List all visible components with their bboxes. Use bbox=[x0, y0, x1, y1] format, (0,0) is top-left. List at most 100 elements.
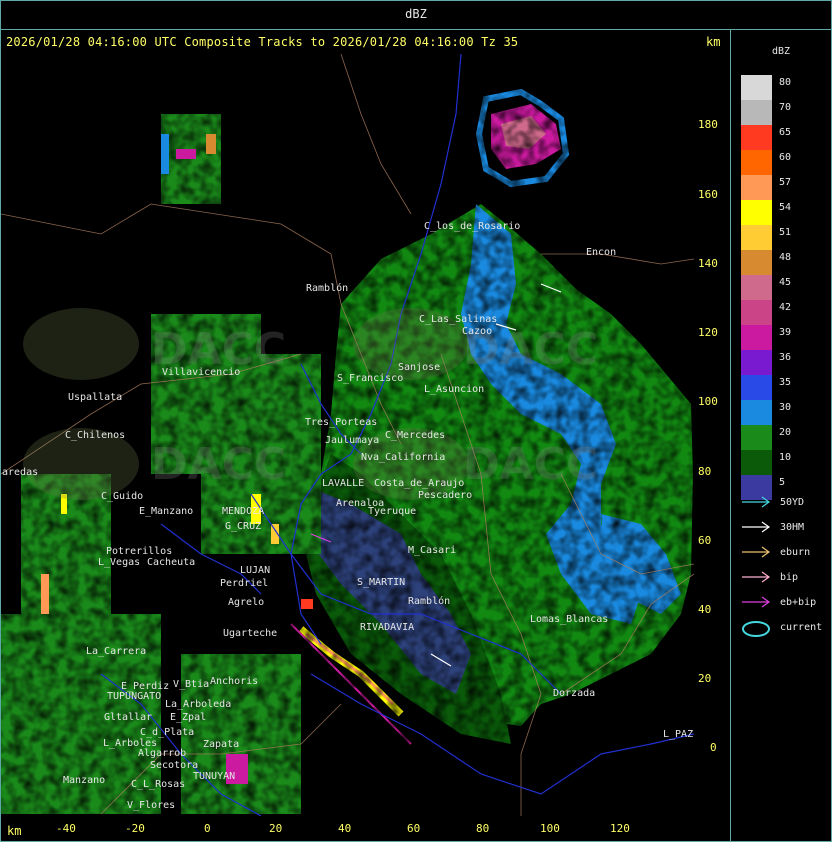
dbz-swatch-label: 35 bbox=[779, 377, 792, 388]
place-label: TUPUNGATO bbox=[107, 691, 162, 702]
dbz-swatch-label: 5 bbox=[779, 477, 786, 488]
track-arrow-icon bbox=[741, 594, 773, 613]
place-label: Secotora bbox=[150, 760, 199, 771]
composite-tracks-header: 2026/01/28 04:16:00 UTC Composite Tracks… bbox=[6, 35, 519, 49]
x-tick-label: 0 bbox=[204, 822, 211, 835]
y-tick-label: 140 bbox=[698, 257, 718, 270]
x-tick-label: 40 bbox=[338, 822, 352, 835]
place-label: Algarrob bbox=[138, 748, 187, 759]
dbz-swatch-30 bbox=[741, 400, 772, 425]
track-arrow-icon bbox=[741, 519, 773, 538]
dbz-swatch-label: 60 bbox=[779, 152, 792, 163]
place-label: Ugarteche bbox=[223, 628, 278, 639]
y-tick-label: 20 bbox=[698, 672, 712, 685]
track-arrow-icon bbox=[741, 544, 773, 563]
dbz-swatch-label: 57 bbox=[779, 177, 792, 188]
place-label: aredas bbox=[2, 467, 39, 478]
dbz-swatch-label: 42 bbox=[779, 302, 792, 313]
place-label: Ramblón bbox=[408, 596, 451, 607]
dbz-swatch-65 bbox=[741, 125, 772, 150]
track-legend-label: eb+bip bbox=[780, 597, 817, 608]
place-label: Sanjose bbox=[398, 362, 441, 373]
place-label: Tres_Porteas bbox=[305, 417, 378, 428]
place-label: Potrerillos bbox=[106, 546, 173, 557]
dbz-swatch-35 bbox=[741, 375, 772, 400]
place-label: TUNUYAN bbox=[193, 771, 236, 782]
dbz-swatch-51 bbox=[741, 225, 772, 250]
y-tick-label: 40 bbox=[698, 603, 712, 616]
place-label: S_MARTIN bbox=[357, 577, 406, 588]
place-label: C_los_de_Rosario bbox=[424, 221, 521, 232]
place-label: LAVALLE bbox=[322, 478, 365, 489]
track-arrow-icon bbox=[741, 569, 773, 588]
dbz-swatch-label: 54 bbox=[779, 202, 792, 213]
place-label: C_L_Rosas bbox=[131, 779, 186, 790]
x-tick-label: 80 bbox=[476, 822, 490, 835]
place-label: Cacheuta bbox=[147, 557, 196, 568]
track-legend-label: 50YD bbox=[780, 497, 805, 508]
place-label: C_Mercedes bbox=[385, 430, 446, 441]
place-label: La_Carrera bbox=[86, 646, 147, 657]
legend-title: dBZ bbox=[771, 46, 791, 57]
dbz-swatch-label: 10 bbox=[779, 452, 792, 463]
dbz-swatch-label: 39 bbox=[779, 327, 792, 338]
place-label: Manzano bbox=[63, 775, 106, 786]
dbz-swatch-39 bbox=[741, 325, 772, 350]
x-tick-label: 60 bbox=[407, 822, 421, 835]
dbz-swatch-label: 65 bbox=[779, 127, 792, 138]
current-ellipse-icon bbox=[741, 619, 773, 643]
track-arrow-icon bbox=[741, 494, 773, 513]
y-tick-label: 120 bbox=[698, 326, 718, 339]
place-label: C_Chilenos bbox=[65, 430, 126, 441]
place-label: Tyeruque bbox=[368, 506, 417, 517]
place-label: L_Asuncion bbox=[424, 384, 485, 395]
x-tick-label: 120 bbox=[610, 822, 630, 835]
place-label: LUJAN bbox=[240, 565, 271, 576]
place-label: Anchoris bbox=[210, 676, 259, 687]
dbz-swatch-label: 36 bbox=[779, 352, 792, 363]
x-tick-label: 20 bbox=[269, 822, 283, 835]
track-legend-label: eburn bbox=[780, 547, 811, 558]
dbz-swatch-label: 80 bbox=[779, 77, 792, 88]
place-label: La_Arboleda bbox=[165, 699, 232, 710]
track-legend-label: current bbox=[780, 622, 823, 633]
svg-text:DACC: DACC bbox=[463, 439, 598, 490]
x-tick-label: 100 bbox=[540, 822, 560, 835]
y-tick-label: 100 bbox=[698, 395, 718, 408]
place-label: Dorzada bbox=[553, 688, 596, 699]
dbz-swatch-60 bbox=[741, 150, 772, 175]
dbz-swatch-label: 70 bbox=[779, 102, 792, 113]
place-label: Ramblón bbox=[306, 283, 349, 294]
place-label: S_Francisco bbox=[337, 373, 404, 384]
dbz-swatch-57 bbox=[741, 175, 772, 200]
dbz-swatch-label: 48 bbox=[779, 252, 792, 263]
place-label: C_d_Plata bbox=[140, 727, 195, 738]
place-label: Perdriel bbox=[220, 578, 269, 589]
dbz-swatch-80 bbox=[741, 75, 772, 100]
place-label: Agrelo bbox=[228, 597, 265, 608]
place-label: Zapata bbox=[203, 739, 240, 750]
dbz-swatch-label: 20 bbox=[779, 427, 792, 438]
km-unit-label-bottom: km bbox=[7, 824, 22, 838]
place-label: Lomas_Blancas bbox=[530, 614, 609, 625]
place-label: RIVADAVIA bbox=[360, 622, 415, 633]
place-label: Villavicencio bbox=[162, 367, 241, 378]
place-label: Gltallar bbox=[104, 712, 153, 723]
dbz-swatch-45 bbox=[741, 275, 772, 300]
place-label: V_Flores bbox=[127, 800, 176, 811]
place-label: C_Guido bbox=[101, 491, 144, 502]
place-label: Jaulumaya bbox=[325, 435, 380, 446]
place-label: Pescadero bbox=[418, 490, 473, 501]
place-label: L_PAZ bbox=[663, 729, 694, 740]
place-label: E_Zpal bbox=[170, 712, 207, 723]
x-tick-label: -40 bbox=[56, 822, 76, 835]
svg-text:DACC: DACC bbox=[151, 439, 286, 490]
place-label: C_Las_Salinas bbox=[419, 314, 498, 325]
place-label: Uspallata bbox=[68, 392, 123, 403]
place-label: M_Casari bbox=[408, 545, 457, 556]
dbz-swatch-48 bbox=[741, 250, 772, 275]
place-label: Cazoo bbox=[462, 326, 493, 337]
dbz-swatch-20 bbox=[741, 425, 772, 450]
track-legend-label: bip bbox=[780, 572, 799, 583]
place-label: Encon bbox=[586, 247, 617, 258]
